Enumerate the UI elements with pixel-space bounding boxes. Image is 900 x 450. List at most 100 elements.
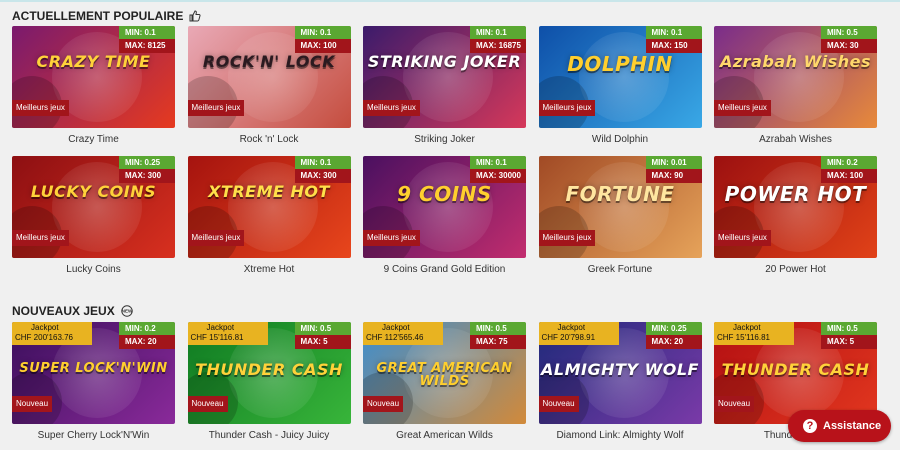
game-name[interactable]: Azrabah Wishes [714,134,877,145]
game-tile[interactable]: CRAZY TIME MIN: 0.1 MAX: 8125 Meilleurs jeu… [12,26,175,145]
game-name[interactable]: Rock 'n' Lock [188,134,351,145]
jackpot-label: Jackpot [538,322,619,333]
question-icon: ? [803,419,817,433]
game-tile[interactable]: STRIKING JOKER MIN: 0.1 MAX: 16875 Meilleur… [363,26,526,145]
game-badge: Meilleurs jeux [363,230,420,246]
max-bet: MAX: 20 [119,335,175,349]
assistance-label: Assistance [823,420,882,432]
bet-limits: MIN: 0.25 MAX: 20 [645,322,702,349]
bet-limits: MIN: 0.1 MAX: 300 [294,156,351,183]
assistance-button[interactable]: ? Assistance [788,410,891,442]
game-thumbnail[interactable]: ALMIGHTY WOLF Jackpot CHF 20'798.91 MIN: 0.… [538,322,702,424]
game-name[interactable]: Thunder Cash - Juicy Juicy [188,430,351,441]
game-tile[interactable]: THUNDER CASH Jackpot CHF 15'116.81 MIN: 0.5… [187,322,351,441]
jackpot-banner: Jackpot CHF 15'116.81 [714,322,794,345]
jackpot-label: Jackpot [363,322,443,333]
game-thumbnail[interactable]: FORTUNE MIN: 0.01 MAX: 90 Meilleurs jeux [538,156,702,258]
game-badge: Meilleurs jeux [363,100,420,116]
jackpot-value: CHF 200'163.76 [12,333,92,345]
bet-limits: MIN: 0.25 MAX: 300 [119,156,175,183]
game-name[interactable]: Great American Wilds [363,430,526,441]
game-thumbnail[interactable]: THUNDER CASH Jackpot CHF 15'116.81 MIN: 0.5… [714,322,877,424]
game-badge: Meilleurs jeux [187,230,245,246]
min-bet: MIN: 0.1 [119,26,175,39]
game-thumbnail[interactable]: POWER HOT MIN: 0.2 MAX: 100 Meilleurs jeux [714,156,877,258]
game-tile[interactable]: ALMIGHTY WOLF Jackpot CHF 20'798.91 MIN: 0.… [538,322,702,441]
game-thumbnail[interactable]: 9 COINS MIN: 0.1 MAX: 30000 Meilleurs jeux [363,156,526,258]
max-bet: MAX: 100 [294,39,351,53]
min-bet: MIN: 0.2 [821,156,877,169]
min-bet: MIN: 0.1 [294,26,351,39]
game-thumbnail[interactable]: DOLPHIN MIN: 0.1 MAX: 150 Meilleurs jeux [538,26,702,128]
game-tile[interactable]: XTREME HOT MIN: 0.1 MAX: 300 Meilleurs jeux… [187,156,351,275]
bet-limits: MIN: 0.5 MAX: 5 [294,322,351,349]
game-thumbnail[interactable]: THUNDER CASH Jackpot CHF 15'116.81 MIN: 0.5… [187,322,351,424]
bet-limits: MIN: 0.1 MAX: 16875 [470,26,526,53]
game-tile[interactable]: DOLPHIN MIN: 0.1 MAX: 150 Meilleurs jeux Wil… [538,26,702,145]
min-bet: MIN: 0.5 [470,322,526,335]
section-title-new-label: NOUVEAUX JEUX [12,304,115,318]
game-name[interactable]: Diamond Link: Almighty Wolf [539,430,702,441]
game-tile[interactable]: GREAT AMERICAN WILDS Jackpot CHF 112'565.4… [363,322,526,441]
game-tile[interactable]: 9 COINS MIN: 0.1 MAX: 30000 Meilleurs jeux 9… [363,156,526,275]
bet-limits: MIN: 0.01 MAX: 90 [645,156,702,183]
game-badge: Nouveau [714,396,755,412]
game-name[interactable]: Wild Dolphin [539,134,702,145]
game-thumbnail[interactable]: GREAT AMERICAN WILDS Jackpot CHF 112'565.4… [363,322,526,424]
jackpot-value: CHF 112'565.46 [363,333,443,345]
min-bet: MIN: 0.1 [645,26,702,39]
game-name[interactable]: Xtreme Hot [188,264,351,275]
game-thumbnail[interactable]: ROCK'N' LOCK MIN: 0.1 MAX: 100 Meilleurs je… [187,26,351,128]
game-badge: Meilleurs jeux [714,100,771,116]
game-tile[interactable]: Azrabah Wishes MIN: 0.5 MAX: 30 Meilleurs j… [714,26,877,145]
game-art-title: STRIKING JOKER [367,52,522,71]
game-thumbnail[interactable]: Azrabah Wishes MIN: 0.5 MAX: 30 Meilleurs j… [714,26,877,128]
max-bet: MAX: 5 [821,335,877,349]
min-bet: MIN: 0.25 [119,156,175,169]
game-name[interactable]: 20 Power Hot [714,264,877,275]
game-name[interactable]: Crazy Time [12,134,175,145]
game-badge: Nouveau [363,396,404,412]
jackpot-label: Jackpot [12,322,92,333]
game-name[interactable]: Greek Fortune [539,264,702,275]
bet-limits: MIN: 0.1 MAX: 100 [294,26,351,53]
game-art-title: POWER HOT [724,182,867,206]
max-bet: MAX: 20 [645,335,702,349]
bet-limits: MIN: 0.1 MAX: 150 [645,26,702,53]
game-name[interactable]: Striking Joker [363,134,526,145]
bet-limits: MIN: 0.2 MAX: 20 [119,322,175,349]
game-tile[interactable]: ROCK'N' LOCK MIN: 0.1 MAX: 100 Meilleurs je… [187,26,351,145]
game-art-title: THUNDER CASH [195,360,343,379]
game-thumbnail[interactable]: STRIKING JOKER MIN: 0.1 MAX: 16875 Meilleur… [363,26,526,128]
game-art-title: CRAZY TIME [36,52,151,71]
game-tile[interactable]: LUCKY COINS MIN: 0.25 MAX: 300 Meilleurs je… [12,156,175,275]
new-badge-icon: NEW [121,305,133,317]
max-bet: MAX: 5 [294,335,351,349]
game-thumbnail[interactable]: LUCKY COINS MIN: 0.25 MAX: 300 Meilleurs je… [12,156,175,258]
game-name[interactable]: Super Cherry Lock'N'Win [12,430,175,441]
section-title-new: NOUVEAUX JEUX NEW [12,304,133,318]
game-badge: Nouveau [12,396,53,412]
game-art-title: ROCK'N' LOCK [202,52,336,71]
bet-limits: MIN: 0.5 MAX: 30 [821,26,877,53]
game-art-title: 9 COINS [397,182,492,206]
min-bet: MIN: 0.1 [470,26,526,39]
jackpot-label: Jackpot [187,322,268,333]
game-name[interactable]: 9 Coins Grand Gold Edition [363,264,526,275]
max-bet: MAX: 300 [119,169,175,183]
section-title-popular-label: ACTUELLEMENT POPULAIRE [12,9,184,23]
game-tile[interactable]: FORTUNE MIN: 0.01 MAX: 90 Meilleurs jeux Gre… [538,156,702,275]
game-thumbnail[interactable]: XTREME HOT MIN: 0.1 MAX: 300 Meilleurs jeux [187,156,351,258]
game-tile[interactable]: POWER HOT MIN: 0.2 MAX: 100 Meilleurs jeux 2… [714,156,877,275]
section-title-popular: ACTUELLEMENT POPULAIRE [12,9,201,23]
jackpot-value: CHF 20'798.91 [538,333,619,345]
max-bet: MAX: 100 [821,169,877,183]
game-art-title: ALMIGHTY WOLF [541,360,699,379]
jackpot-banner: Jackpot CHF 15'116.81 [187,322,268,345]
game-name[interactable]: Lucky Coins [12,264,175,275]
jackpot-banner: Jackpot CHF 20'798.91 [538,322,619,345]
game-badge: Nouveau [538,396,579,412]
game-tile[interactable]: SUPER LOCK'N'WIN Jackpot CHF 200'163.76 MIN… [12,322,175,441]
game-thumbnail[interactable]: SUPER LOCK'N'WIN Jackpot CHF 200'163.76 MIN… [12,322,175,424]
game-thumbnail[interactable]: CRAZY TIME MIN: 0.1 MAX: 8125 Meilleurs jeu… [12,26,175,128]
